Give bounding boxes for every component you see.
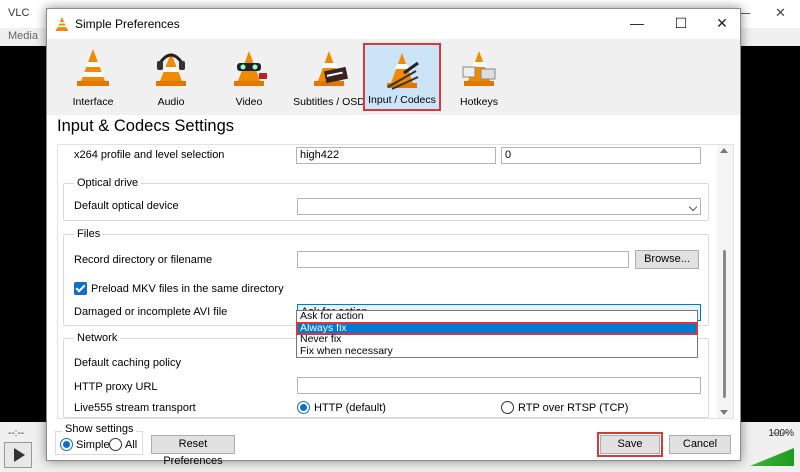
category-label: Video [235,96,263,108]
cone-codecs-icon [387,53,419,90]
caching-policy-label: Default caching policy [74,357,182,369]
dialog-titlebar: Simple Preferences — ☐ ✕ [47,9,740,39]
cone-hotkeys-icon [462,51,496,86]
close-icon[interactable]: ✕ [712,15,732,32]
cone-headphones-icon [156,53,186,86]
dropdown-option-fix-when-necessary[interactable]: Fix when necessary [297,345,697,358]
elapsed-time: --:-- [8,428,25,439]
group-title: Optical drive [74,177,142,189]
menu-media[interactable]: Media [8,30,38,42]
vlc-cone-icon [56,17,68,31]
show-simple-radio[interactable] [60,438,73,451]
show-all-radio[interactable] [109,438,122,451]
http-proxy-label: HTTP proxy URL [74,381,158,393]
transport-http-label: HTTP (default) [314,402,386,414]
show-all-label: All [125,439,138,451]
category-interface[interactable]: Interface [54,43,132,111]
category-video[interactable]: Video [210,43,288,111]
category-input-codecs[interactable]: Input / Codecs [363,43,441,111]
category-hotkeys[interactable]: Hotkeys [440,43,518,111]
cone-subtitles-icon [314,51,349,86]
scrollbar-thumb[interactable] [723,250,726,398]
dropdown-option-always-fix[interactable]: Always fix [296,321,698,335]
record-directory-field[interactable] [297,251,629,268]
chevron-down-icon [688,202,698,212]
cone-video-icon [234,51,267,86]
browse-button[interactable]: Browse... [635,250,699,269]
reset-preferences-button[interactable]: Reset Preferences [151,435,235,467]
category-label: Subtitles / OSD [293,96,365,108]
save-button[interactable]: Save [597,432,663,457]
dropdown-option-never-fix[interactable]: Never fix [297,334,697,346]
scroll-up-icon[interactable] [720,148,728,153]
x264-level-field[interactable]: 0 [501,147,701,164]
show-settings-label: Show settings [62,423,137,435]
cancel-button[interactable]: Cancel [669,435,731,454]
play-button[interactable] [4,442,32,468]
cone-interface-icon [77,49,109,86]
settings-scroll-area[interactable]: x264 profile and level selection high422… [57,144,734,419]
transport-rtp-label: RTP over RTSP (TCP) [518,402,629,414]
category-toolbar: Interface Audio Video Subtitles / OSD In… [47,39,740,115]
panel-title: Input & Codecs Settings [57,117,235,135]
transport-rtp-radio[interactable] [501,401,514,414]
transport-http-radio[interactable] [297,401,310,414]
scroll-down-icon[interactable] [720,410,728,415]
show-settings-group: Show settings Simple All [55,423,143,455]
preferences-dialog: Simple Preferences — ☐ ✕ Interface Audio… [46,8,741,467]
maximize-icon[interactable]: ☐ [671,15,691,32]
live555-label: Live555 stream transport [74,402,196,414]
optical-drive-group: Optical drive Default optical device [63,177,709,221]
vlc-close-icon[interactable]: ✕ [775,5,786,21]
http-proxy-field[interactable] [297,377,701,394]
x264-profile-label: x264 profile and level selection [74,149,225,161]
dropdown-option-ask[interactable]: Ask for action [297,311,697,323]
category-audio[interactable]: Audio [132,43,210,111]
damaged-avi-dropdown-list: Ask for action Always fix Never fix Fix … [296,310,698,358]
x264-profile-field[interactable]: high422 [296,147,496,164]
damaged-avi-label: Damaged or incomplete AVI file [74,306,228,318]
category-subtitles[interactable]: Subtitles / OSD [288,43,370,111]
preload-mkv-checkbox[interactable] [74,282,87,295]
category-label: Interface [72,96,114,108]
category-label: Audio [157,96,185,108]
dialog-bottom-bar: Show settings Simple All Reset Preferenc… [47,421,740,467]
show-simple-label: Simple [76,439,110,451]
volume-slider[interactable] [744,440,794,466]
preload-mkv-label: Preload MKV files in the same directory [91,283,284,295]
group-title: Network [74,332,121,344]
volume-percent: 100% [768,428,794,439]
category-label: Input / Codecs [368,94,436,106]
dialog-title: Simple Preferences [75,17,180,31]
optical-device-combo[interactable] [297,198,701,215]
record-directory-label: Record directory or filename [74,254,213,266]
vlc-window-title: VLC [8,7,30,19]
optical-device-label: Default optical device [74,200,179,212]
group-title: Files [74,228,104,240]
minimize-icon[interactable]: — [627,15,647,31]
vertical-scrollbar[interactable] [717,145,733,418]
category-label: Hotkeys [460,96,498,108]
